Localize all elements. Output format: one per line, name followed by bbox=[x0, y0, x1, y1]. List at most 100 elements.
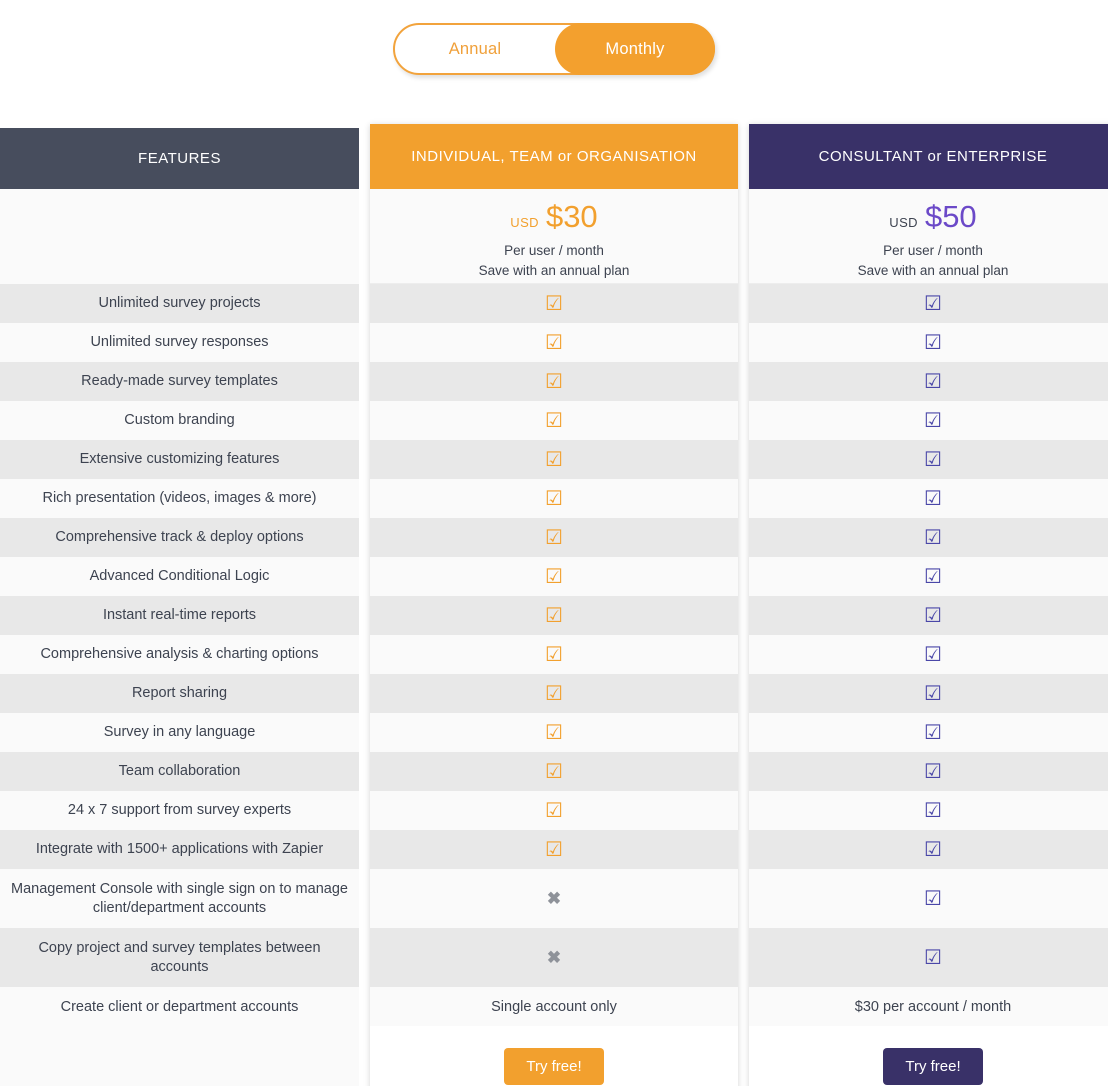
checkmark-icon: ☑ bbox=[924, 946, 942, 969]
checkmark-icon: ☑ bbox=[545, 565, 563, 588]
checkmark-icon: ☑ bbox=[545, 409, 563, 432]
feature-label: Advanced Conditional Logic bbox=[0, 557, 359, 596]
feature-label: 24 x 7 support from survey experts bbox=[0, 791, 359, 830]
plan-b-feature-cell: ☑ bbox=[749, 557, 1108, 596]
plan-b-price-line: USD $50 bbox=[889, 199, 976, 235]
checkmark-icon: ☑ bbox=[545, 487, 563, 510]
checkmark-icon: ☑ bbox=[924, 799, 942, 822]
cross-icon: ✖ bbox=[546, 948, 562, 967]
toggle-option-annual[interactable]: Annual bbox=[395, 25, 555, 73]
checkmark-icon: ☑ bbox=[924, 292, 942, 315]
plan-b-feature-cell: ☑ bbox=[749, 928, 1108, 987]
checkmark-icon: ☑ bbox=[924, 838, 942, 861]
feature-label: Team collaboration bbox=[0, 752, 359, 791]
checkmark-icon: ☑ bbox=[545, 838, 563, 861]
plan-b-feature-cell: ☑ bbox=[749, 401, 1108, 440]
features-column: FEATURES Unlimited survey projects Unlimi… bbox=[0, 124, 359, 1086]
plan-a-header-label: INDIVIDUAL, TEAM or ORGANISATION bbox=[411, 148, 697, 165]
plan-b-feature-cell: ☑ bbox=[749, 596, 1108, 635]
plan-a-feature-cell: ✖ bbox=[370, 869, 738, 928]
checkmark-icon: ☑ bbox=[924, 331, 942, 354]
plan-b-per-unit: Per user / month bbox=[883, 243, 983, 258]
features-header-label: FEATURES bbox=[138, 150, 221, 167]
plan-b-feature-cell: ☑ bbox=[749, 518, 1108, 557]
plan-column-consultant-enterprise: CONSULTANT or ENTERPRISE USD $50 Per use… bbox=[749, 124, 1108, 1086]
plan-a-feature-cell: ☑ bbox=[370, 323, 738, 362]
plan-a-feature-cell: ☑ bbox=[370, 401, 738, 440]
plan-a-price-block: USD $30 Per user / month Save with an an… bbox=[370, 189, 738, 284]
plan-a-feature-cell: ☑ bbox=[370, 830, 738, 869]
plan-a-per-unit: Per user / month bbox=[504, 243, 604, 258]
checkmark-icon: ☑ bbox=[545, 370, 563, 393]
plan-a-feature-cell: ☑ bbox=[370, 284, 738, 323]
plan-a-cta-row: Try free! bbox=[370, 1026, 738, 1086]
plan-b-note: Save with an annual plan bbox=[857, 263, 1009, 278]
plan-b-amount: $50 bbox=[924, 199, 977, 234]
plan-b-feature-cell: ☑ bbox=[749, 830, 1108, 869]
plan-a-accounts-value-cell: Single account only bbox=[370, 987, 738, 1026]
feature-label: Survey in any language bbox=[0, 713, 359, 752]
features-price-spacer bbox=[0, 189, 359, 284]
checkmark-icon: ☑ bbox=[924, 643, 942, 666]
checkmark-icon: ☑ bbox=[924, 721, 942, 744]
feature-label: Rich presentation (videos, images & more… bbox=[0, 479, 359, 518]
plan-a-note: Save with an annual plan bbox=[478, 263, 630, 278]
plan-a-feature-cell: ☑ bbox=[370, 440, 738, 479]
feature-label: Custom branding bbox=[0, 401, 359, 440]
plan-a-amount: $30 bbox=[545, 199, 598, 234]
checkmark-icon: ☑ bbox=[545, 682, 563, 705]
plan-a-feature-cell: ☑ bbox=[370, 362, 738, 401]
plan-a-feature-cell: ☑ bbox=[370, 518, 738, 557]
features-column-header: FEATURES bbox=[0, 128, 359, 189]
plan-b-feature-cell: ☑ bbox=[749, 791, 1108, 830]
plan-a-feature-cell: ☑ bbox=[370, 674, 738, 713]
checkmark-icon: ☑ bbox=[924, 448, 942, 471]
checkmark-icon: ☑ bbox=[545, 448, 563, 471]
checkmark-icon: ☑ bbox=[545, 292, 563, 315]
plan-b-feature-cell: ☑ bbox=[749, 440, 1108, 479]
feature-label: Unlimited survey projects bbox=[0, 284, 359, 323]
plan-b-feature-cell: ☑ bbox=[749, 674, 1108, 713]
feature-label-list: Unlimited survey projects Unlimited surve… bbox=[0, 284, 359, 987]
plan-a-feature-cell: ☑ bbox=[370, 791, 738, 830]
plan-a-feature-cell: ☑ bbox=[370, 713, 738, 752]
plan-b-try-free-button[interactable]: Try free! bbox=[883, 1048, 983, 1085]
plan-b-feature-cell: ☑ bbox=[749, 479, 1108, 518]
plan-column-individual-team-organisation: INDIVIDUAL, TEAM or ORGANISATION USD $30… bbox=[370, 124, 738, 1086]
plan-a-price-line: USD $30 bbox=[510, 199, 597, 235]
plan-a-feature-cell: ☑ bbox=[370, 557, 738, 596]
feature-label: Copy project and survey templates betwee… bbox=[0, 928, 359, 987]
plan-b-accounts-value-cell: $30 per account / month bbox=[749, 987, 1108, 1026]
plan-a-try-free-button[interactable]: Try free! bbox=[504, 1048, 604, 1085]
checkmark-icon: ☑ bbox=[545, 799, 563, 822]
checkmark-icon: ☑ bbox=[924, 487, 942, 510]
plan-b-feature-cell: ☑ bbox=[749, 869, 1108, 928]
plan-a-cell-list: ☑ ☑ ☑ ☑ ☑ ☑ ☑ ☑ ☑ ☑ ☑ ☑ ☑ ☑ ☑ ✖ ✖ bbox=[370, 284, 738, 987]
accounts-row-label-cell: Create client or department accounts bbox=[0, 987, 359, 1026]
toggle-option-monthly[interactable]: Monthly bbox=[555, 23, 715, 75]
plan-b-cta-row: Try free! bbox=[749, 1026, 1108, 1086]
feature-label: Unlimited survey responses bbox=[0, 323, 359, 362]
billing-toggle[interactable]: Annual Monthly bbox=[393, 23, 715, 75]
plan-b-feature-cell: ☑ bbox=[749, 752, 1108, 791]
plan-a-feature-cell: ☑ bbox=[370, 479, 738, 518]
plan-b-feature-cell: ☑ bbox=[749, 284, 1108, 323]
checkmark-icon: ☑ bbox=[545, 643, 563, 666]
plan-b-feature-cell: ☑ bbox=[749, 362, 1108, 401]
feature-label: Integrate with 1500+ applications with Z… bbox=[0, 830, 359, 869]
checkmark-icon: ☑ bbox=[924, 604, 942, 627]
plan-a-feature-cell: ☑ bbox=[370, 752, 738, 791]
checkmark-icon: ☑ bbox=[924, 526, 942, 549]
cross-icon: ✖ bbox=[546, 889, 562, 908]
checkmark-icon: ☑ bbox=[924, 409, 942, 432]
feature-label: Report sharing bbox=[0, 674, 359, 713]
feature-label: Comprehensive analysis & charting option… bbox=[0, 635, 359, 674]
accounts-row-label: Create client or department accounts bbox=[60, 998, 299, 1015]
plan-a-feature-cell: ☑ bbox=[370, 596, 738, 635]
checkmark-icon: ☑ bbox=[545, 331, 563, 354]
plan-a-currency: USD bbox=[510, 215, 539, 230]
plan-a-feature-cell: ✖ bbox=[370, 928, 738, 987]
plan-b-header: CONSULTANT or ENTERPRISE bbox=[749, 124, 1108, 189]
checkmark-icon: ☑ bbox=[545, 721, 563, 744]
billing-toggle-area: Annual Monthly bbox=[0, 0, 1108, 124]
